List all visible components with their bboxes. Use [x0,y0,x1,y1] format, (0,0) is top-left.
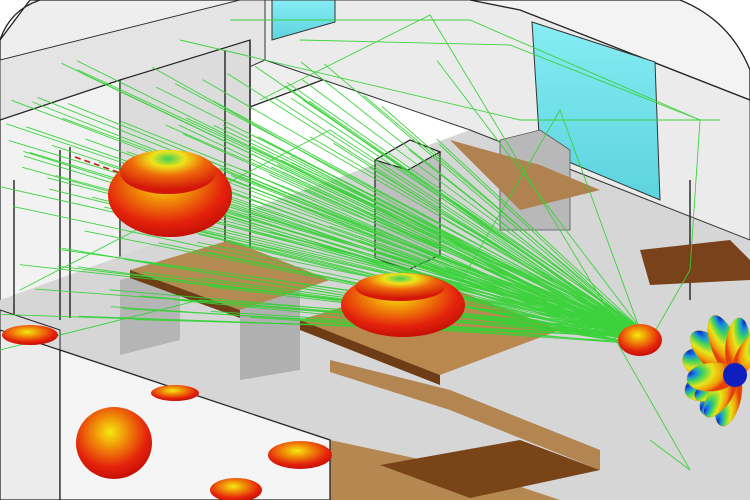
antenna-core [723,363,747,387]
receiver-pattern-8 [618,324,662,356]
receiver-pattern-3 [76,407,152,479]
receiver-pattern-1-top [120,150,216,194]
propagation-scene [0,0,750,500]
receiver-pattern-2-top [355,273,445,301]
receiver-pattern-6 [2,325,58,345]
receiver-pattern-5 [268,441,332,469]
front-partition-left [0,329,61,500]
scene-canvas [0,0,750,500]
receiver-pattern-4 [151,385,199,401]
